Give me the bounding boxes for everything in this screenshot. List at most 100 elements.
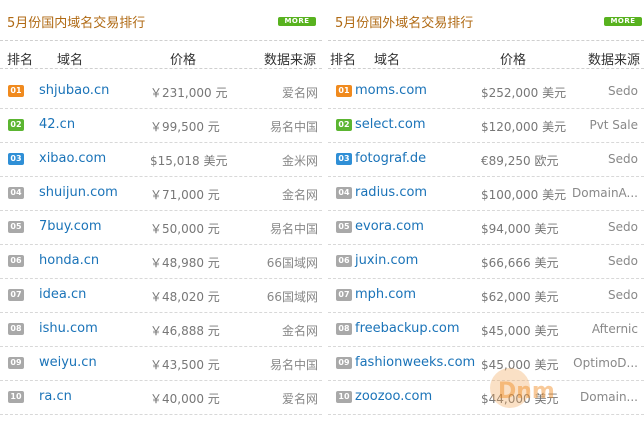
price-value: ￥46,888 元 [150, 324, 220, 338]
domain-link[interactable]: weiyu.cn [39, 355, 97, 370]
price-value: ￥231,000 元 [150, 86, 228, 100]
rank-badge: 10 [8, 391, 24, 403]
data-source: 爱名网 [281, 392, 318, 406]
ranking-row: 03 xibao.com $15,018 美元 金米网 [0, 142, 322, 177]
domain-link[interactable]: ishu.com [39, 321, 98, 336]
price-value: $66,666 美元 [481, 256, 559, 270]
header-domain: 域名 [374, 53, 401, 68]
panel-header: 5月份国内域名交易排行 MORE [0, 0, 322, 41]
ranking-row: 07 idea.cn ￥48,020 元 66国域网 [0, 278, 322, 313]
domain-link[interactable]: 42.cn [39, 117, 75, 132]
domain-link[interactable]: 7buy.com [39, 219, 102, 234]
domain-link[interactable]: select.com [355, 117, 426, 132]
panel-title: 5月份国外域名交易排行 [335, 16, 474, 31]
column-headers: 排名 域名 价格 数据来源 [0, 48, 322, 69]
domain-link[interactable]: freebackup.com [355, 321, 460, 336]
ranking-row: 06 juxin.com $66,666 美元 Sedo [328, 244, 644, 279]
more-button[interactable]: MORE [278, 17, 316, 26]
price-value: $44,000 美元 [481, 392, 559, 406]
header-price: 价格 [500, 53, 527, 68]
data-source: OptimoD... [573, 356, 638, 370]
price-value: ￥43,500 元 [150, 358, 220, 372]
rank-badge: 01 [8, 85, 24, 97]
data-source: Afternic [591, 322, 638, 336]
price-value: ￥48,980 元 [150, 256, 220, 270]
rank-badge: 04 [336, 187, 352, 199]
domain-link[interactable]: shjubao.cn [39, 83, 109, 98]
data-source: 易名中国 [269, 222, 318, 236]
ranking-row: 08 freebackup.com $45,000 美元 Afternic [328, 312, 644, 347]
header-source: 数据来源 [263, 53, 316, 68]
data-source: Pvt Sale [589, 118, 638, 132]
domain-link[interactable]: evora.com [355, 219, 424, 234]
ranking-row: 10 ra.cn ￥40,000 元 爱名网 [0, 380, 322, 415]
data-source: Domain... [579, 390, 638, 404]
domain-link[interactable]: shuijun.com [39, 185, 118, 200]
rank-badge: 07 [8, 289, 24, 301]
rank-badge: 02 [8, 119, 24, 131]
price-value: $94,000 美元 [481, 222, 559, 236]
domain-link[interactable]: juxin.com [355, 253, 418, 268]
ranking-row: 02 42.cn ￥99,500 元 易名中国 [0, 108, 322, 143]
ranking-row: 07 mph.com $62,000 美元 Sedo [328, 278, 644, 313]
ranking-row: 09 weiyu.cn ￥43,500 元 易名中国 [0, 346, 322, 381]
ranking-row: 06 honda.cn ￥48,980 元 66国域网 [0, 244, 322, 279]
ranking-row: 05 evora.com $94,000 美元 Sedo [328, 210, 644, 245]
header-domain: 域名 [57, 53, 84, 68]
rank-badge: 05 [336, 221, 352, 233]
data-source: 爱名网 [281, 86, 318, 100]
column-headers: 排名 域名 价格 数据来源 [328, 48, 644, 69]
rank-badge: 07 [336, 289, 352, 301]
domain-link[interactable]: radius.com [355, 185, 427, 200]
price-value: $15,018 美元 [150, 154, 228, 168]
ranking-row: 01 moms.com $252,000 美元 Sedo [328, 74, 644, 109]
rank-badge: 09 [336, 357, 352, 369]
rank-badge: 06 [8, 255, 24, 267]
domain-link[interactable]: xibao.com [39, 151, 106, 166]
data-source: 易名中国 [269, 120, 318, 134]
ranking-row: 05 7buy.com ￥50,000 元 易名中国 [0, 210, 322, 245]
price-value: ￥40,000 元 [150, 392, 220, 406]
domain-link[interactable]: zoozoo.com [355, 389, 432, 404]
ranking-row: 04 radius.com $100,000 美元 DomainA... [328, 176, 644, 211]
data-source: Sedo [608, 152, 638, 166]
domain-link[interactable]: moms.com [355, 83, 427, 98]
ranking-row: 10 zoozoo.com $44,000 美元 Domain... [328, 380, 644, 415]
ranking-row: 01 shjubao.cn ￥231,000 元 爱名网 [0, 74, 322, 109]
domain-link[interactable]: fotograf.de [355, 151, 426, 166]
domain-link[interactable]: ra.cn [39, 389, 72, 404]
price-value: €89,250 欧元 [481, 154, 559, 168]
rank-badge: 08 [8, 323, 24, 335]
price-value: ￥48,020 元 [150, 290, 220, 304]
rank-badge: 04 [8, 187, 24, 199]
data-source: 金名网 [281, 188, 318, 202]
rank-badge: 03 [8, 153, 24, 165]
ranking-row: 09 fashionweeks.com $45,000 美元 OptimoD... [328, 346, 644, 381]
price-value: $62,000 美元 [481, 290, 559, 304]
domain-link[interactable]: mph.com [355, 287, 416, 302]
more-button[interactable]: MORE [604, 17, 642, 26]
domestic-ranking-panel: 5月份国内域名交易排行 MORE 排名 域名 价格 数据来源 01 shjubao… [0, 0, 322, 422]
header-source: 数据来源 [587, 53, 640, 68]
domain-link[interactable]: honda.cn [39, 253, 99, 268]
price-value: ￥50,000 元 [150, 222, 220, 236]
price-value: $45,000 美元 [481, 324, 559, 338]
data-source: DomainA... [571, 186, 638, 200]
header-price: 价格 [170, 53, 197, 68]
data-source: 易名中国 [269, 358, 318, 372]
data-source: 金名网 [281, 324, 318, 338]
rank-badge: 03 [336, 153, 352, 165]
ranking-row: 08 ishu.com ￥46,888 元 金名网 [0, 312, 322, 347]
domain-link[interactable]: fashionweeks.com [355, 355, 475, 370]
ranking-row: 04 shuijun.com ￥71,000 元 金名网 [0, 176, 322, 211]
rank-badge: 09 [8, 357, 24, 369]
domain-link[interactable]: idea.cn [39, 287, 86, 302]
panel-title: 5月份国内域名交易排行 [7, 16, 146, 31]
data-source: Sedo [608, 220, 638, 234]
data-source: 金米网 [281, 154, 318, 168]
price-value: ￥99,500 元 [150, 120, 220, 134]
panel-header: 5月份国外域名交易排行 MORE [328, 0, 644, 41]
price-value: ￥71,000 元 [150, 188, 220, 202]
rank-badge: 01 [336, 85, 352, 97]
rank-badge: 08 [336, 323, 352, 335]
